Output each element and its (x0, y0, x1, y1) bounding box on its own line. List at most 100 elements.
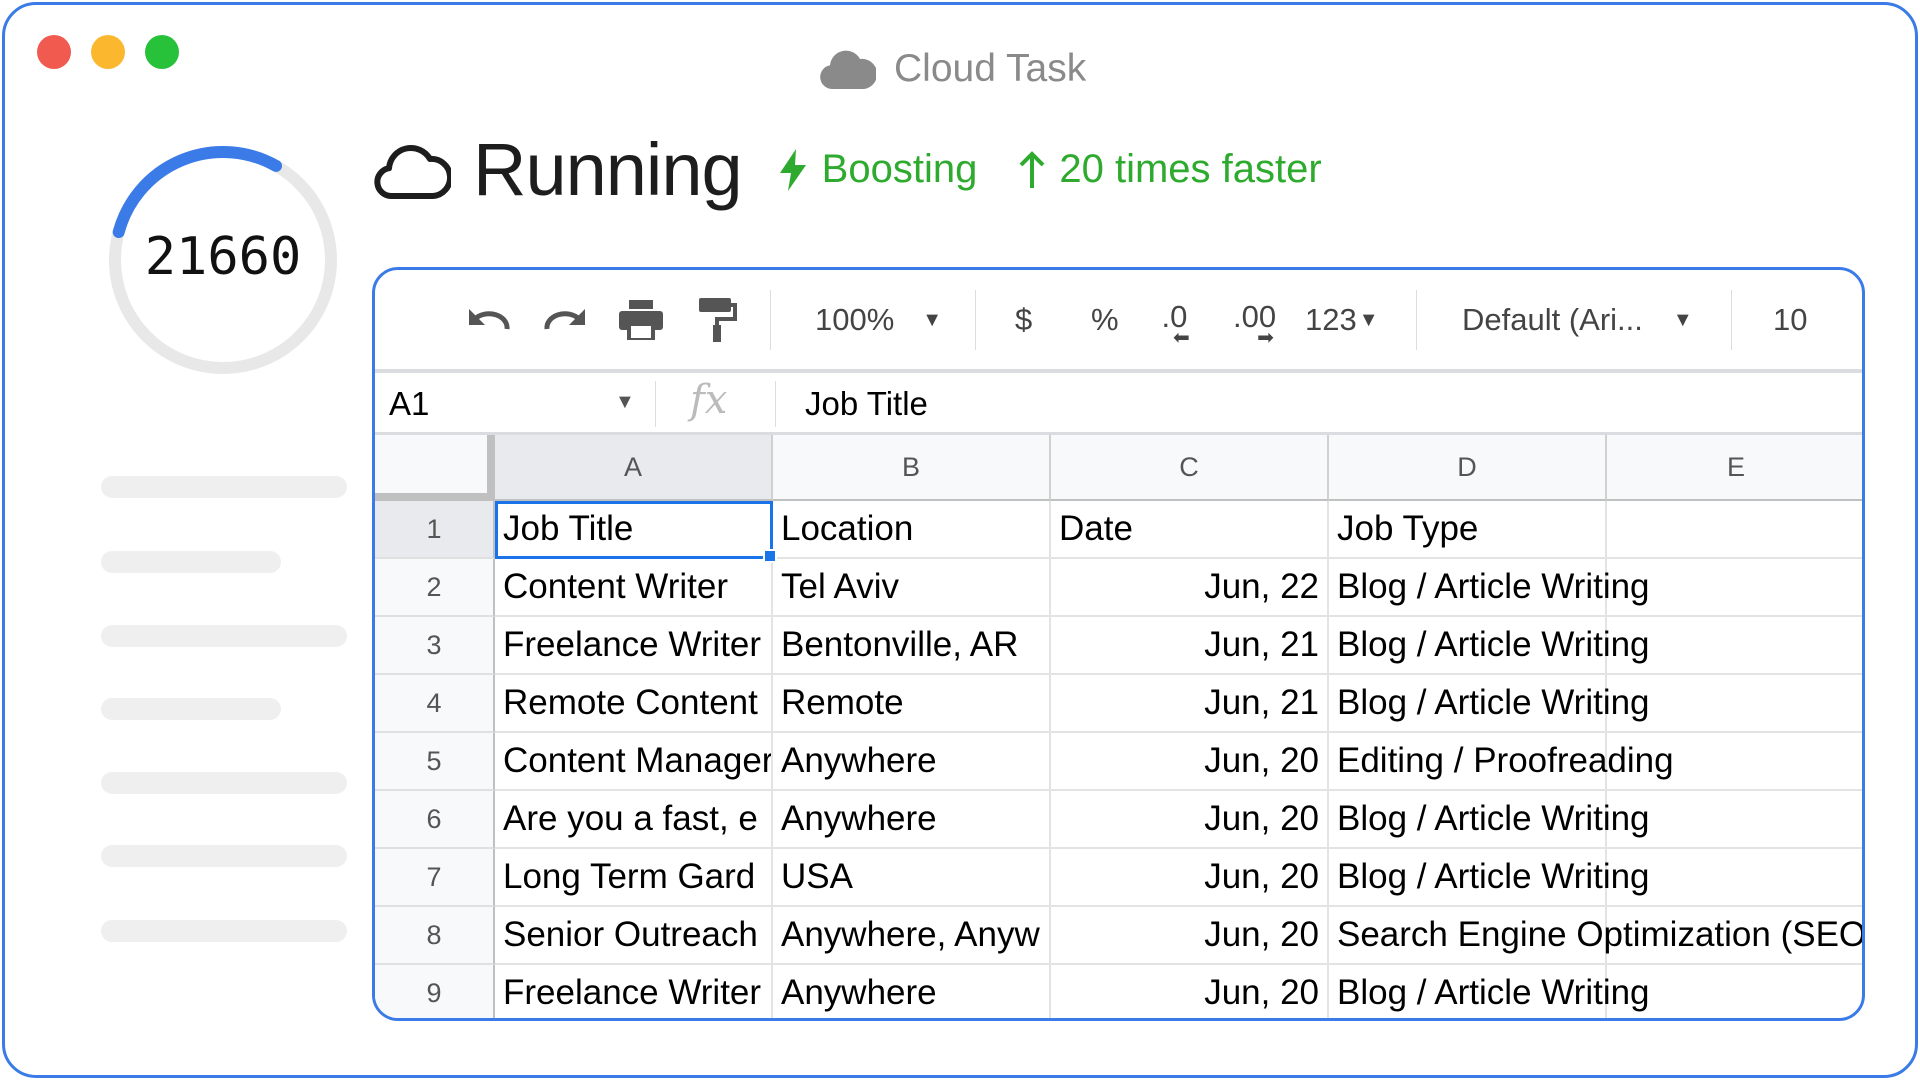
chevron-down-icon: ▼ (922, 308, 943, 331)
table-cell[interactable]: Blog / Article Writing (1329, 791, 1650, 849)
table-cell[interactable]: Blog / Article Writing (1329, 849, 1650, 907)
font-select[interactable]: Default (Ari... ▼ (1462, 300, 1693, 340)
table-cell[interactable] (1607, 791, 1862, 849)
table-cell[interactable]: Blog / Article Writing (1329, 617, 1650, 675)
table-cell[interactable]: Editing / Proofreading (1329, 733, 1674, 791)
percent-button[interactable]: % (1091, 300, 1119, 340)
name-box[interactable]: A1 (389, 385, 429, 423)
maximize-button[interactable] (145, 35, 179, 69)
table-cell[interactable]: Jun, 21 (1051, 617, 1329, 675)
row-header[interactable]: 7 (375, 849, 495, 907)
table-cell[interactable] (1607, 849, 1862, 907)
table-cell[interactable]: Blog / Article Writing (1329, 559, 1650, 617)
select-all-corner[interactable] (375, 435, 495, 501)
row-header[interactable]: 1 (375, 501, 495, 559)
table-cell[interactable]: Anywhere (773, 965, 1051, 1018)
table-cell[interactable]: Location (773, 501, 1051, 559)
table-cell[interactable]: Anywhere (773, 791, 1051, 849)
close-button[interactable] (37, 35, 71, 69)
minimize-button[interactable] (91, 35, 125, 69)
arrow-up-icon (1019, 150, 1045, 188)
table-cell[interactable]: Senior Outreach (495, 907, 773, 965)
table-cell[interactable] (1607, 617, 1862, 675)
table-cell[interactable]: Job Title (495, 501, 773, 559)
table-cell[interactable] (1607, 559, 1862, 617)
chevron-down-icon: ▼ (1672, 308, 1693, 331)
undo-icon[interactable] (467, 300, 511, 340)
table-cell[interactable]: Jun, 21 (1051, 675, 1329, 733)
fill-handle[interactable] (763, 549, 777, 563)
table-cell[interactable]: Date (1051, 501, 1329, 559)
table-cell[interactable]: Remote (773, 675, 1051, 733)
cloud-icon (820, 50, 876, 89)
table-cell[interactable]: Bentonville, AR (773, 617, 1051, 675)
boost-label: Boosting (821, 147, 978, 191)
table-cell[interactable]: Jun, 20 (1051, 907, 1329, 965)
table-cell[interactable]: Jun, 20 (1051, 791, 1329, 849)
table-cell[interactable] (1607, 965, 1862, 1018)
table-cell[interactable]: Blog / Article Writing (1329, 675, 1650, 733)
table-cell[interactable]: Blog / Article Writing (1329, 965, 1650, 1018)
window-title: Cloud Task (820, 47, 1086, 91)
column-header-d[interactable]: D (1329, 435, 1607, 501)
table-cell[interactable]: USA (773, 849, 1051, 907)
formula-input[interactable]: Job Title (805, 385, 928, 423)
zoom-select[interactable]: 100% ▼ (815, 300, 942, 340)
column-header-a[interactable]: A (495, 435, 773, 501)
table-cell[interactable]: Anywhere (773, 733, 1051, 791)
paint-format-icon[interactable] (699, 298, 737, 342)
spreadsheet-panel: 100% ▼ $ % .0 ⬅ .00 ➡ 123 ▼ Default (Ari... ▼… (372, 267, 1865, 1021)
table-cell[interactable] (1607, 907, 1862, 965)
sidebar-placeholder (101, 698, 281, 720)
number-format-select[interactable]: 123 ▼ (1305, 300, 1379, 340)
row-header[interactable]: 3 (375, 617, 495, 675)
table-cell[interactable]: Remote Content (495, 675, 773, 733)
table-cell[interactable]: Content Writer (495, 559, 773, 617)
sidebar-placeholder (101, 845, 347, 867)
table-cell[interactable]: Jun, 22 (1051, 559, 1329, 617)
sidebar-placeholder (101, 551, 281, 573)
table-cell[interactable]: Anywhere, Anyw (773, 907, 1051, 965)
table-cell[interactable]: Freelance Writer (495, 617, 773, 675)
table-cell[interactable]: Search Engine Optimization (SEO) (1329, 907, 1862, 965)
sidebar-placeholder (101, 476, 347, 498)
row-header[interactable]: 6 (375, 791, 495, 849)
table-cell[interactable] (1607, 501, 1862, 559)
table-cell[interactable]: Are you a fast, e (495, 791, 773, 849)
table-cell[interactable]: Jun, 20 (1051, 965, 1329, 1018)
table-cell[interactable]: Jun, 20 (1051, 849, 1329, 907)
table-cell[interactable]: Tel Aviv (773, 559, 1051, 617)
currency-button[interactable]: $ (1015, 300, 1032, 340)
table-cell[interactable]: Long Term Gard (495, 849, 773, 907)
sidebar-placeholder (101, 625, 347, 647)
title-text: Cloud Task (894, 47, 1087, 90)
row-header[interactable]: 2 (375, 559, 495, 617)
lightning-icon (779, 148, 806, 191)
row-header[interactable]: 4 (375, 675, 495, 733)
arrow-left-icon: ⬅ (1173, 327, 1190, 349)
row-header[interactable]: 9 (375, 965, 495, 1018)
formula-bar: A1 ▼ fx Job Title (375, 369, 1862, 435)
table-cell[interactable]: Content Manager (495, 733, 773, 791)
zoom-value: 100% (815, 302, 895, 337)
progress-arc (112, 146, 283, 239)
column-header-b[interactable]: B (773, 435, 1051, 501)
table-cell[interactable]: Freelance Writer (495, 965, 773, 1018)
row-header[interactable]: 5 (375, 733, 495, 791)
chevron-down-icon[interactable]: ▼ (615, 391, 635, 414)
table-cell[interactable]: Job Type (1329, 501, 1607, 559)
table-cell[interactable] (1607, 675, 1862, 733)
toolbar: 100% ▼ $ % .0 ⬅ .00 ➡ 123 ▼ Default (Ari... ▼… (375, 270, 1862, 369)
row-header[interactable]: 8 (375, 907, 495, 965)
column-header-c[interactable]: C (1051, 435, 1329, 501)
status-label: Running (473, 128, 743, 211)
print-icon[interactable] (619, 300, 663, 340)
column-header-e[interactable]: E (1607, 435, 1862, 501)
increase-decimal-button[interactable]: .00 ➡ (1233, 299, 1276, 349)
redo-icon[interactable] (543, 300, 587, 340)
table-cell[interactable]: Jun, 20 (1051, 733, 1329, 791)
font-size-input[interactable]: 10 (1773, 300, 1807, 340)
table-cell[interactable] (1607, 733, 1862, 791)
arrow-right-icon: ➡ (1257, 327, 1274, 349)
decrease-decimal-button[interactable]: .0 ⬅ (1159, 299, 1190, 349)
